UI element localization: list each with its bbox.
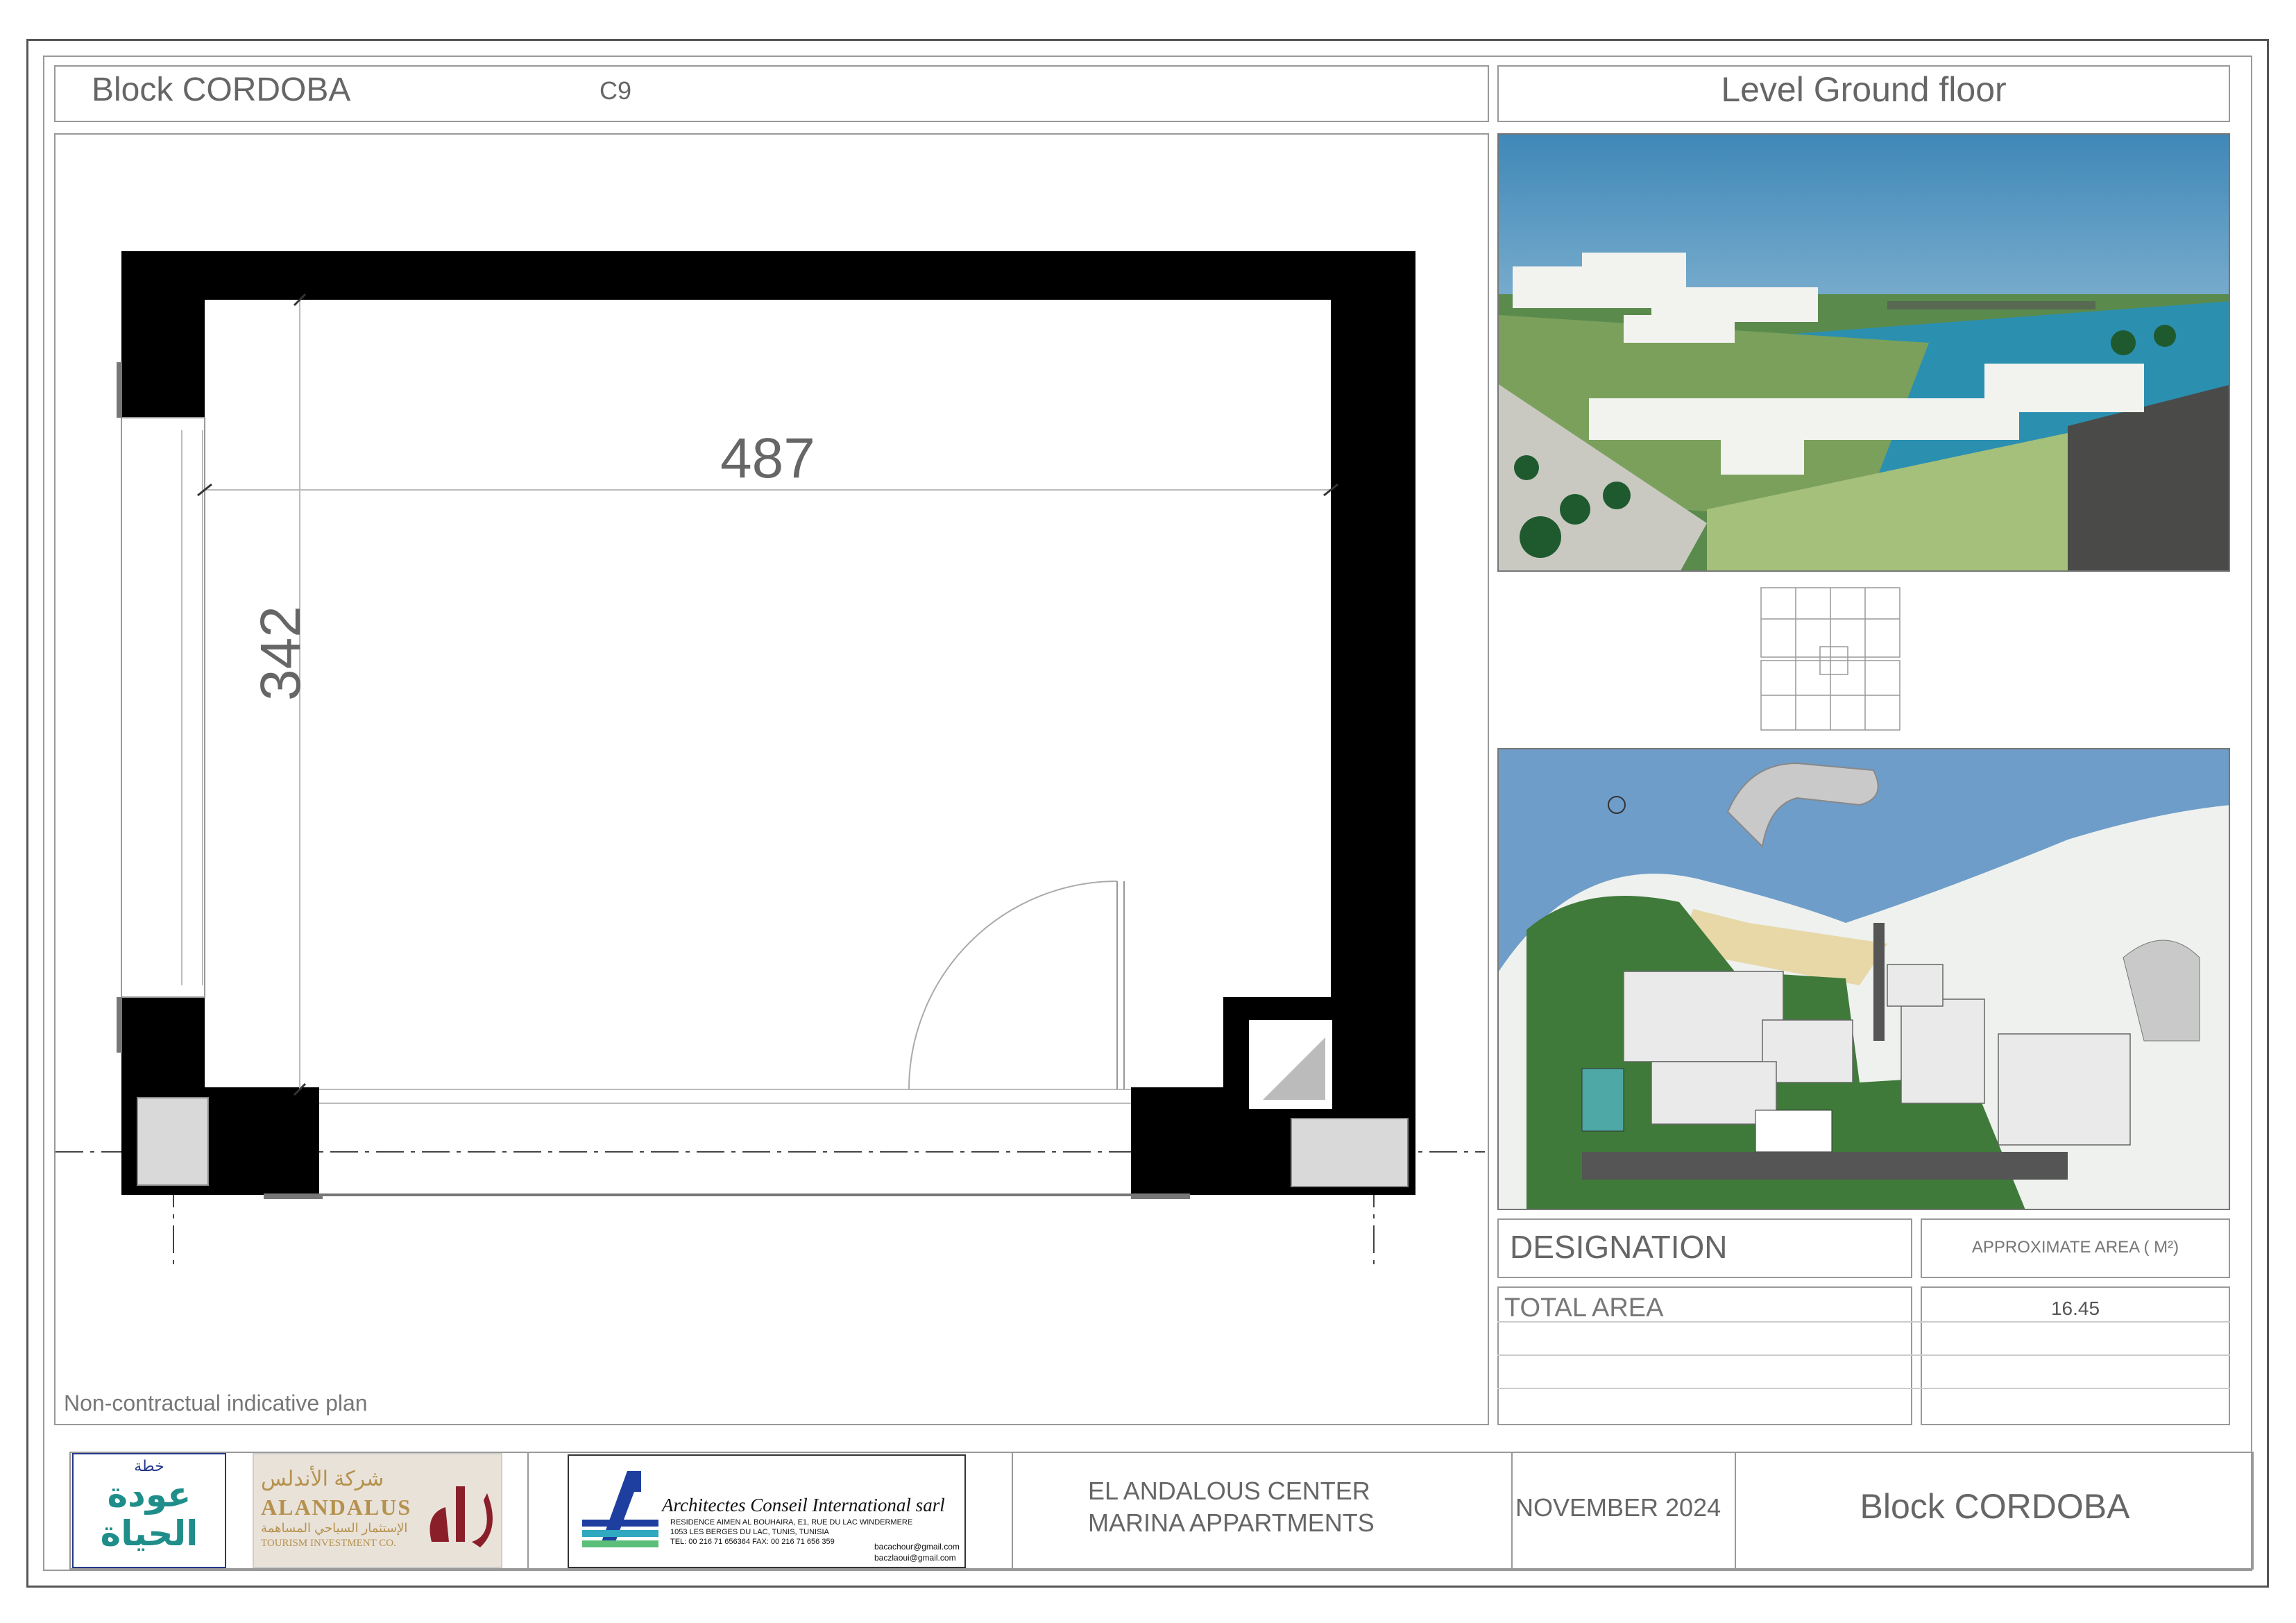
architect-tel: TEL: 00 216 71 656364 FAX: 00 216 71 656… (670, 1538, 835, 1546)
site-plan-image (1497, 748, 2230, 1210)
width-dimension: 487 (720, 427, 815, 490)
logo-awdat-alhaya: خطة عودة الحياة (72, 1453, 226, 1568)
architectes-logo-icon (582, 1471, 658, 1547)
alandalus-emblem-icon (430, 1486, 493, 1547)
floor-plan (56, 251, 1485, 1270)
logo-architectes: Architectes Conseil International sarl R… (568, 1454, 966, 1568)
logo2-arabic: شركة الأندلس (261, 1468, 384, 1490)
table-row-divider (1497, 1354, 2230, 1356)
aerial-render-image (1497, 133, 2230, 572)
architect-email1: bacachour@gmail.com (874, 1542, 960, 1552)
title-divider (527, 1453, 529, 1568)
table-row-divider (1497, 1388, 2230, 1389)
architect-email2: baczlaoui@gmail.com (874, 1553, 956, 1563)
area-header: APPROXIMATE AREA ( M²) (1971, 1238, 2179, 1257)
title-divider (1012, 1453, 1013, 1568)
title-divider (1511, 1453, 1513, 1568)
logo1-text: عودة الحياة (100, 1475, 198, 1553)
project-line1: EL ANDALOUS CENTER (1088, 1477, 1370, 1505)
total-area-label: TOTAL AREA (1504, 1293, 1664, 1323)
height-dimension: 342 (249, 606, 312, 701)
title-block-name: Block CORDOBA (1860, 1487, 2130, 1526)
logo2-name: ALANDALUS (261, 1495, 412, 1520)
disclaimer-text: Non-contractual indicative plan (64, 1391, 368, 1416)
logo-alandalus: شركة الأندلس ALANDALUS الإستثمار السياحي… (253, 1453, 502, 1568)
key-plan (1760, 587, 1900, 731)
logo2-sub: TOURISM INVESTMENT CO. (261, 1538, 396, 1549)
level-label: Level Ground floor (1721, 70, 2007, 109)
project-line2: MARINA APPARTMENTS (1088, 1509, 1375, 1537)
architect-address1: RESIDENCE AIMEN AL BOUHAIRA, E1, RUE DU … (670, 1518, 913, 1527)
architect-name: Architectes Conseil International sarl (662, 1495, 945, 1515)
logo2-arabic-sub: الإستثمار السياحي المساهمة (261, 1521, 408, 1535)
date-label: NOVEMBER 2024 (1515, 1493, 1721, 1522)
logo1-small-text: خطة (134, 1457, 164, 1475)
total-area-value: 16.45 (2050, 1298, 2100, 1319)
designation-header: DESIGNATION (1510, 1229, 1728, 1265)
architect-address2: 1053 LES BERGES DU LAC, TUNIS, TUNISIA (670, 1528, 829, 1536)
